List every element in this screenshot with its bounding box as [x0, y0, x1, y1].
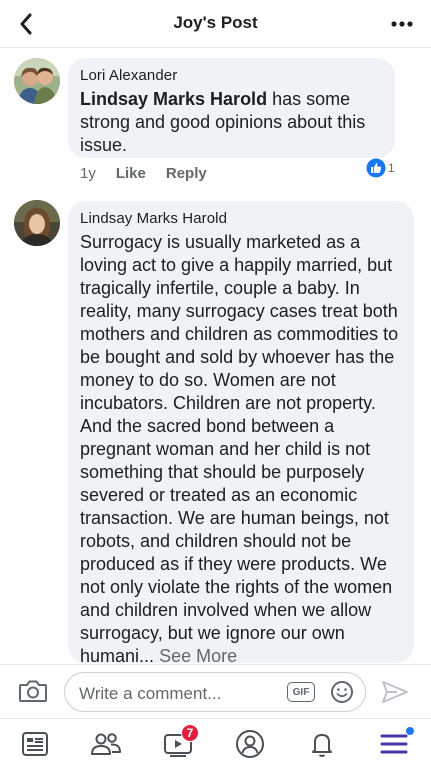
avatar[interactable]	[14, 200, 60, 246]
comment-composer: Write a comment... GIF	[0, 664, 431, 718]
tab-profile[interactable]	[233, 727, 267, 761]
tab-notifications[interactable]	[305, 727, 339, 761]
comment-body: Surrogacy is usually marketed as a lovin…	[80, 232, 399, 666]
page-title: Joy's Post	[173, 13, 258, 32]
more-dots-icon	[391, 21, 413, 27]
camera-icon	[19, 680, 47, 702]
thumbs-up-icon	[366, 158, 386, 178]
menu-icon	[380, 734, 408, 754]
see-more-link[interactable]: See More	[159, 646, 237, 666]
send-icon	[382, 681, 408, 703]
tab-friends[interactable]	[89, 727, 123, 761]
comment-input-placeholder: Write a comment...	[79, 684, 222, 703]
send-button[interactable]	[380, 679, 410, 710]
avatar[interactable]	[14, 58, 60, 104]
reaction-summary[interactable]: 1	[366, 158, 395, 178]
top-bar: Joy's Post	[0, 0, 431, 48]
bell-icon	[312, 734, 332, 757]
comment-author[interactable]: Lindsay Marks Harold	[80, 210, 227, 227]
comment-bubble[interactable]: Lindsay Marks Harold Surrogacy is usuall…	[68, 201, 414, 666]
couple-photo-icon	[14, 58, 60, 104]
gif-button[interactable]: GIF	[287, 682, 315, 702]
comment-text: Surrogacy is usually marketed as a lovin…	[80, 231, 410, 668]
notification-badge: 7	[181, 724, 199, 742]
emoji-button[interactable]	[330, 680, 354, 709]
smiley-icon	[331, 681, 353, 703]
profile-photo-icon	[14, 200, 60, 246]
more-options-button[interactable]	[387, 12, 417, 36]
comment-text: Lindsay Marks Harold has some strong and…	[80, 88, 385, 157]
comment-time: 1y	[80, 165, 96, 182]
comment-author[interactable]: Lori Alexander	[80, 67, 177, 84]
news-feed-icon	[22, 732, 48, 756]
new-indicator-dot	[406, 727, 414, 735]
comment-bubble[interactable]: Lori Alexander Lindsay Marks Harold has …	[68, 58, 395, 158]
bottom-tab-bar: 7	[0, 718, 431, 768]
comment-actions: 1y Like Reply	[80, 165, 207, 182]
like-button[interactable]: Like	[116, 165, 146, 182]
comment-input[interactable]: Write a comment... GIF	[64, 672, 366, 712]
camera-button[interactable]	[18, 678, 48, 709]
reaction-count: 1	[388, 161, 395, 175]
tab-news-feed[interactable]	[18, 727, 52, 761]
profile-icon	[236, 730, 264, 758]
reply-button[interactable]: Reply	[166, 165, 207, 182]
friends-icon	[91, 733, 121, 755]
mentioned-user[interactable]: Lindsay Marks Harold	[80, 89, 267, 109]
